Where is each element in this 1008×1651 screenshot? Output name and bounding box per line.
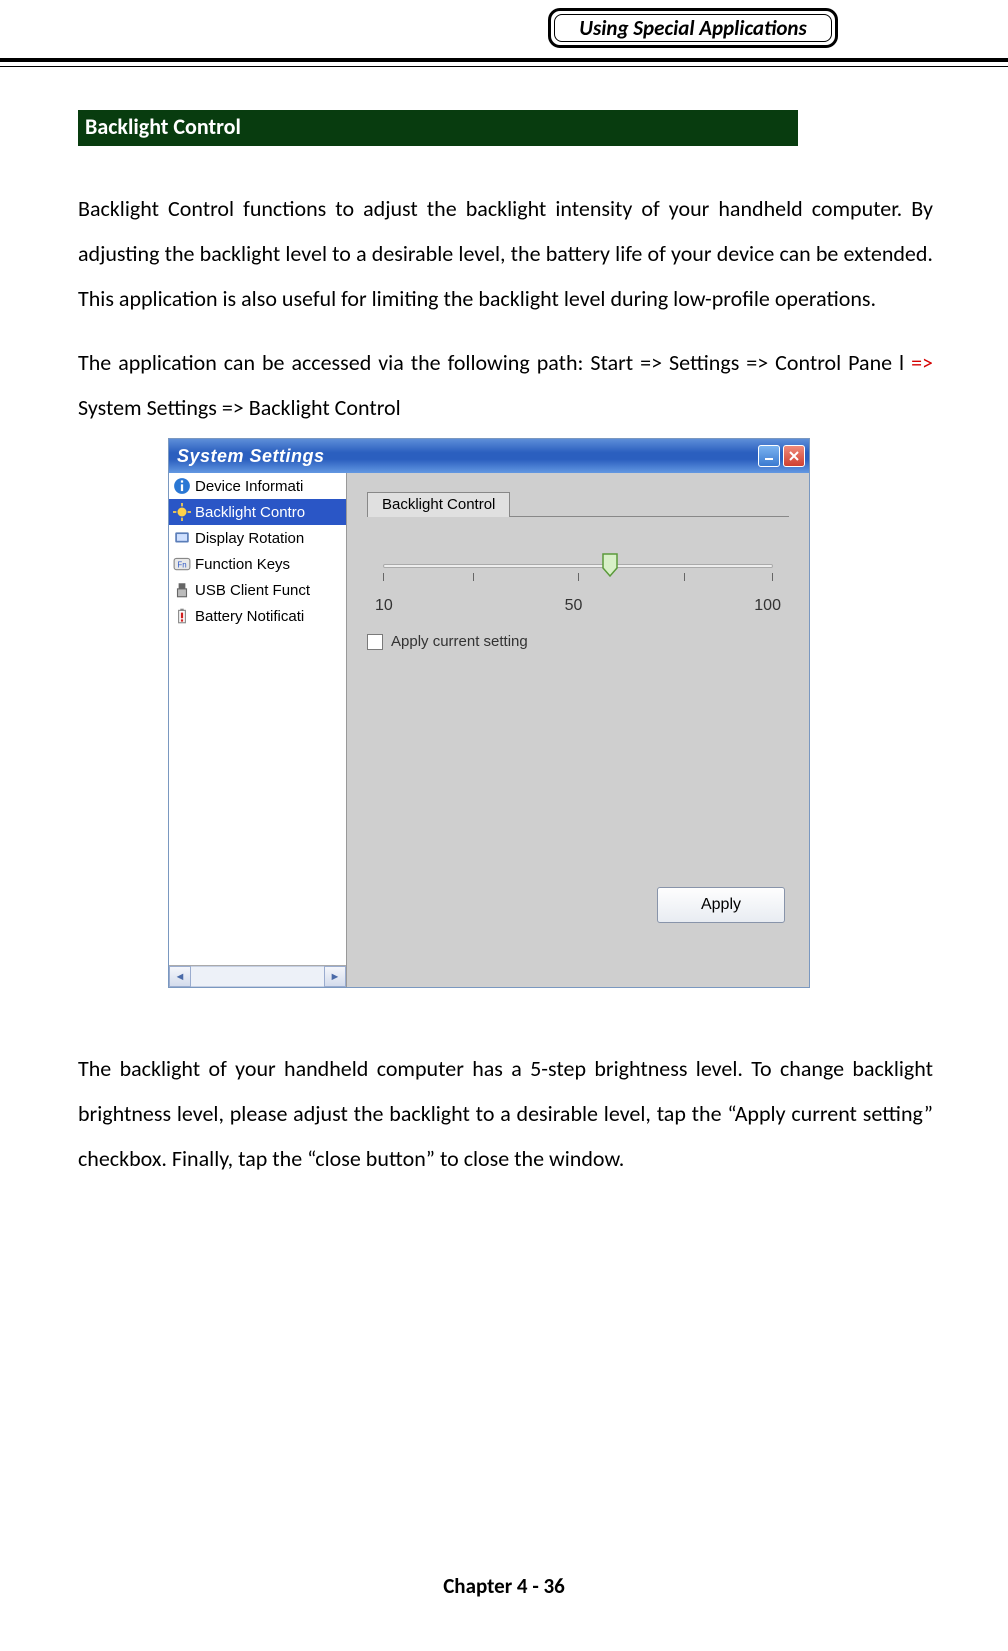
window-body: Device Informati Backlight Contro Displa… (169, 473, 809, 987)
slider-tick (383, 573, 384, 581)
slider-labels: 10 50 100 (375, 597, 781, 615)
scroll-track[interactable] (191, 966, 324, 987)
brightness-slider[interactable] (367, 549, 789, 591)
sidebar-item-label: Backlight Contro (195, 504, 305, 521)
apply-button[interactable]: Apply (657, 887, 785, 923)
sidebar-item-backlight-control[interactable]: Backlight Contro (169, 499, 346, 525)
sidebar-item-label: Battery Notificati (195, 608, 304, 625)
slider-tick (578, 573, 579, 581)
paragraph-instructions: The backlight of your handheld computer … (78, 1046, 933, 1181)
slider-tick (772, 573, 773, 581)
slider-min-label: 10 (375, 597, 393, 615)
titlebar[interactable]: System Settings (169, 439, 809, 473)
sidebar-item-label: Function Keys (195, 556, 290, 573)
titlebar-buttons (758, 445, 805, 467)
checkbox-icon[interactable] (367, 634, 383, 650)
sidebar-item-usb-client[interactable]: USB Client Funct (169, 577, 346, 603)
header-rule-thick (0, 58, 1008, 62)
close-button[interactable] (783, 445, 805, 467)
slider-tick (473, 573, 474, 581)
usb-icon (173, 581, 191, 599)
system-settings-window: System Settings Device Informati (168, 438, 810, 988)
sidebar-hscrollbar[interactable]: ◄ ► (169, 965, 346, 987)
checkbox-label: Apply current setting (391, 633, 528, 650)
brightness-icon (173, 503, 191, 521)
paragraph-path: The application can be accessed via the … (78, 340, 933, 430)
paragraph-path-prefix: The application can be accessed via the … (78, 349, 911, 376)
paragraph-path-suffix: System Settings => Backlight Control (78, 394, 401, 421)
window-title: System Settings (177, 446, 325, 467)
page-footer: Chapter 4 - 36 (0, 1573, 1008, 1599)
sidebar: Device Informati Backlight Contro Displa… (169, 473, 347, 987)
battery-alert-icon (173, 607, 191, 625)
tab-backlight-control[interactable]: Backlight Control (367, 492, 510, 517)
header-badge-text: Using Special Applications (579, 15, 807, 41)
paragraph-intro: Backlight Control functions to adjust th… (78, 186, 933, 321)
sidebar-item-label: Display Rotation (195, 530, 304, 547)
display-icon (173, 529, 191, 547)
info-icon (173, 477, 191, 495)
sidebar-item-device-information[interactable]: Device Informati (169, 473, 346, 499)
minimize-button[interactable] (758, 445, 780, 467)
slider-mid-label: 50 (565, 597, 583, 615)
paragraph-path-red: => (911, 349, 933, 376)
section-title-text: Backlight Control (85, 113, 241, 140)
section-title: Backlight Control (78, 110, 798, 146)
sidebar-item-label: Device Informati (195, 478, 303, 495)
header-rule-thin (0, 66, 1008, 67)
sidebar-item-function-keys[interactable]: Fn Function Keys (169, 551, 346, 577)
scroll-right-icon[interactable]: ► (324, 966, 346, 987)
apply-button-label: Apply (701, 896, 741, 914)
header-badge: Using Special Applications (548, 8, 838, 48)
fn-key-icon: Fn (173, 555, 191, 573)
svg-text:Fn: Fn (177, 560, 186, 569)
slider-thumb[interactable] (601, 552, 619, 578)
sidebar-item-battery-notification[interactable]: Battery Notificati (169, 603, 346, 629)
sidebar-item-label: USB Client Funct (195, 582, 310, 599)
slider-track[interactable] (383, 564, 773, 568)
settings-panel: Backlight Control 10 50 100 Appl (347, 473, 809, 987)
slider-tick (684, 573, 685, 581)
scroll-left-icon[interactable]: ◄ (169, 966, 191, 987)
sidebar-list: Device Informati Backlight Contro Displa… (169, 473, 346, 965)
slider-max-label: 100 (754, 597, 781, 615)
apply-current-setting-row[interactable]: Apply current setting (367, 633, 789, 650)
sidebar-item-display-rotation[interactable]: Display Rotation (169, 525, 346, 551)
